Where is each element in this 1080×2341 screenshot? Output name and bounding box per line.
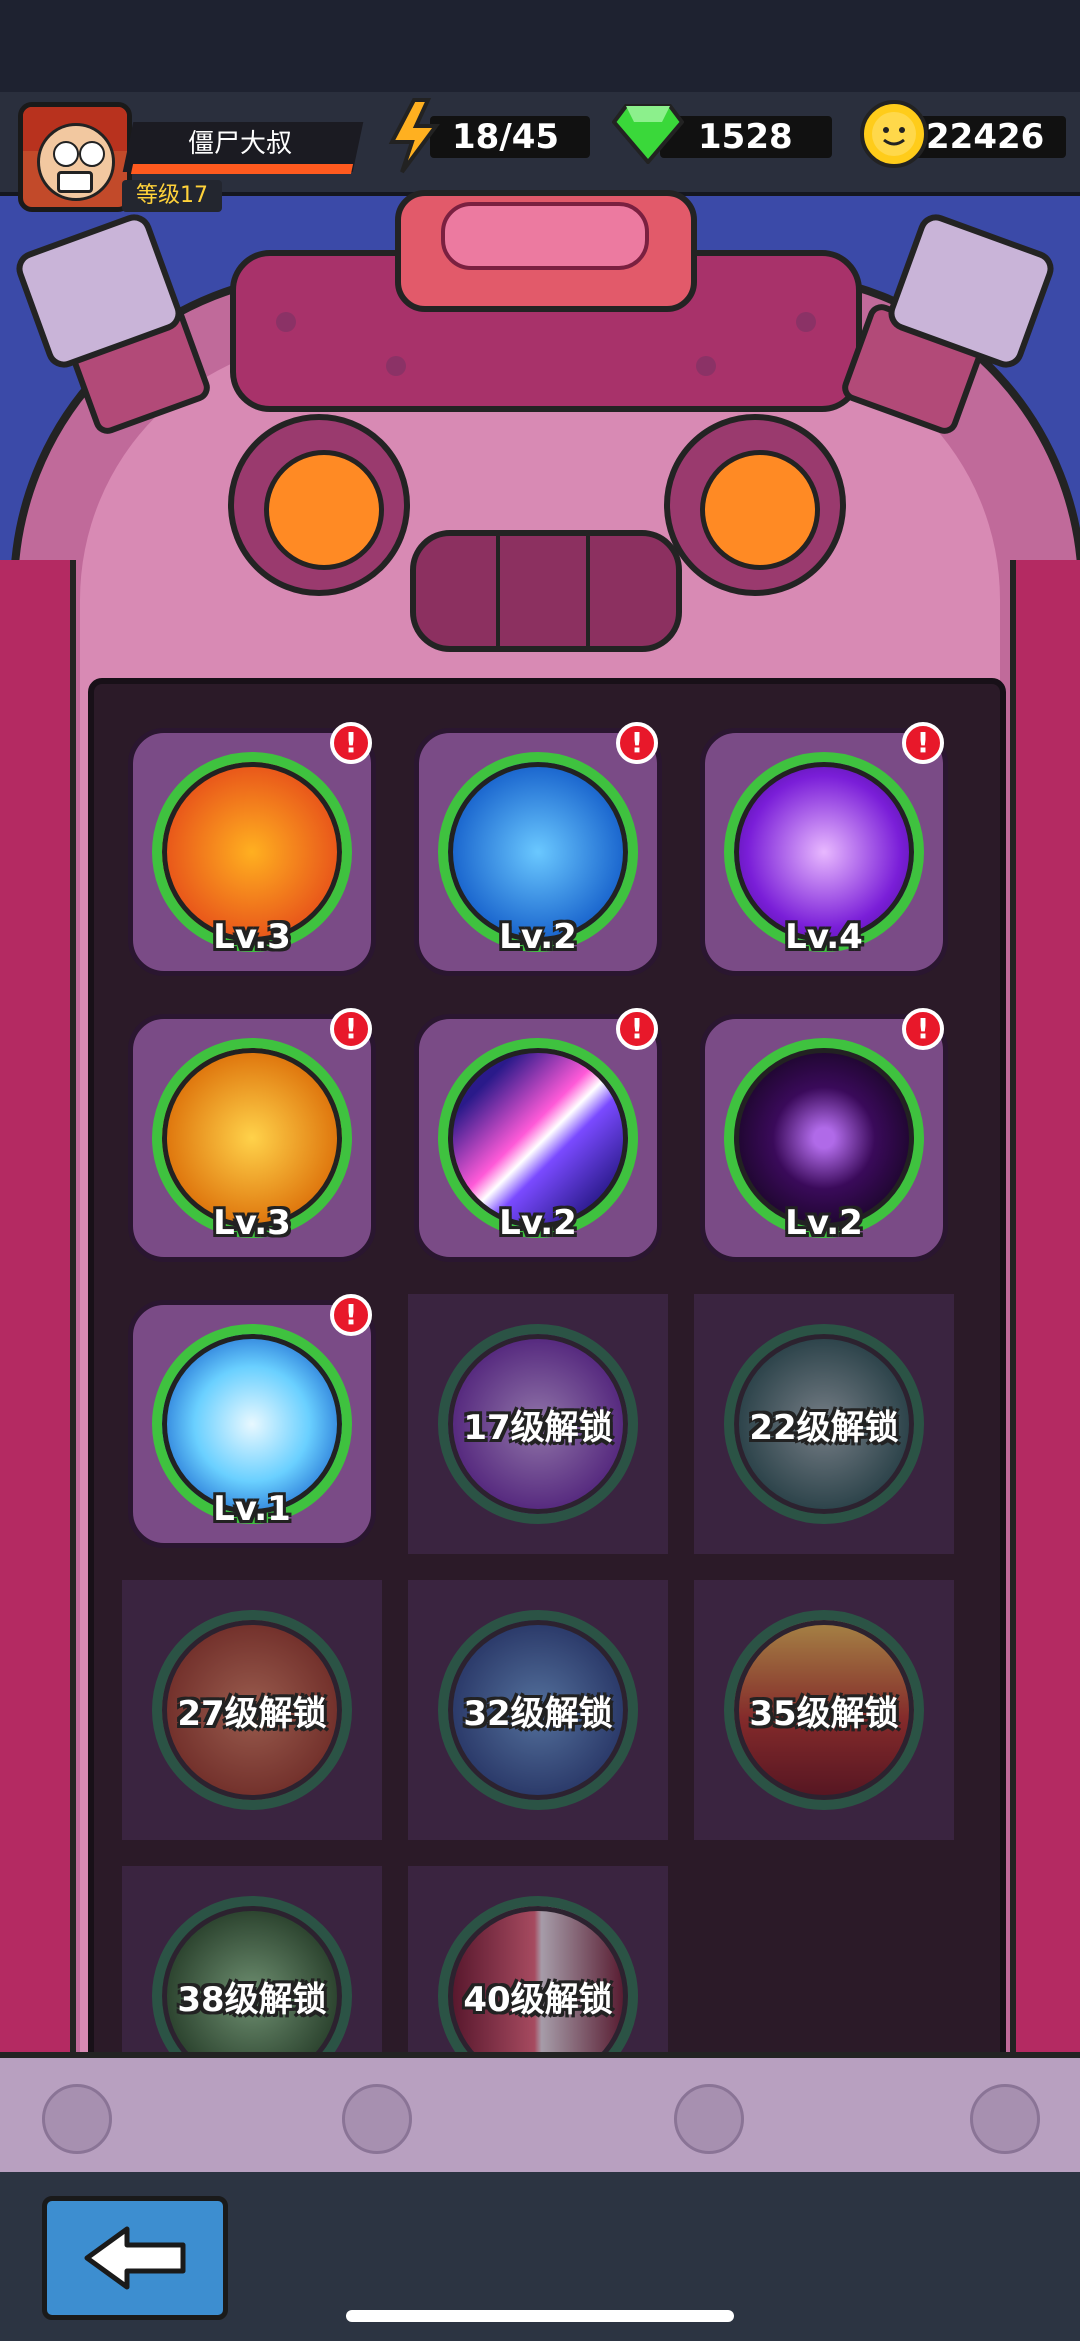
green-gem-icon: [612, 104, 684, 164]
robot-right-eye: [664, 414, 846, 596]
robot-left-side: [0, 560, 76, 2060]
gem-value: 1528: [698, 117, 793, 157]
robot-mouth: [410, 530, 682, 652]
unlock-label: 38级解锁: [177, 1980, 327, 2020]
system-status-bar: [0, 0, 1080, 92]
skill-level: Lv.4: [785, 917, 863, 957]
player-name: 僵尸大叔: [187, 129, 292, 159]
skill-slot-2[interactable]: ! Lv.2: [408, 722, 668, 982]
robot-right-side: [1010, 560, 1080, 2060]
coin-value: 22426: [926, 117, 1045, 157]
skill-level: Lv.2: [785, 1203, 863, 1243]
locked-slot-32[interactable]: 32级解锁: [408, 1580, 668, 1840]
skill-slot-5[interactable]: ! Lv.2: [408, 1008, 668, 1268]
home-indicator[interactable]: [346, 2310, 734, 2322]
skill-slot-6[interactable]: ! Lv.2: [694, 1008, 954, 1268]
alert-badge: !: [330, 722, 372, 764]
gold-coin-icon: [860, 100, 928, 168]
energy-bolt-icon: [388, 98, 440, 174]
skill-slot-4[interactable]: ! Lv.3: [122, 1008, 382, 1268]
unlock-label: 40级解锁: [463, 1980, 613, 2020]
skill-level: Lv.1: [213, 1489, 291, 1529]
locked-slot-27[interactable]: 27级解锁: [122, 1580, 382, 1840]
unlock-label: 17级解锁: [463, 1408, 613, 1448]
robot-base: [0, 2052, 1080, 2184]
unlock-label: 22级解锁: [749, 1408, 899, 1448]
back-arrow-icon: [84, 2226, 186, 2290]
locked-slot-35[interactable]: 35级解锁: [694, 1580, 954, 1840]
alert-badge: !: [902, 722, 944, 764]
player-level: 等级17: [122, 180, 222, 212]
back-button[interactable]: [42, 2196, 228, 2320]
locked-slot-22[interactable]: 22级解锁: [694, 1294, 954, 1554]
unlock-label: 35级解锁: [749, 1694, 899, 1734]
robot-left-eye: [228, 414, 410, 596]
skill-level: Lv.3: [213, 1203, 291, 1243]
alert-badge: !: [616, 1008, 658, 1050]
skill-slot-7[interactable]: ! Lv.1: [122, 1294, 382, 1554]
exp-bar: [130, 164, 354, 174]
skill-level: Lv.3: [213, 917, 291, 957]
locked-slot-17[interactable]: 17级解锁: [408, 1294, 668, 1554]
skill-level: Lv.2: [499, 917, 577, 957]
alert-badge: !: [330, 1294, 372, 1336]
energy-value: 18/45: [452, 117, 560, 157]
alert-badge: !: [902, 1008, 944, 1050]
unlock-label: 27级解锁: [177, 1694, 327, 1734]
alert-badge: !: [616, 722, 658, 764]
skill-slot-1[interactable]: ! Lv.3: [122, 722, 382, 982]
unlock-label: 32级解锁: [463, 1694, 613, 1734]
alert-badge: !: [330, 1008, 372, 1050]
top-hud: 僵尸大叔 等级17 18/45 1528 22426: [0, 92, 1080, 212]
skill-slot-3[interactable]: ! Lv.4: [694, 722, 954, 982]
robot-top-button: [395, 190, 697, 312]
skill-level: Lv.2: [499, 1203, 577, 1243]
player-avatar[interactable]: [18, 102, 132, 212]
